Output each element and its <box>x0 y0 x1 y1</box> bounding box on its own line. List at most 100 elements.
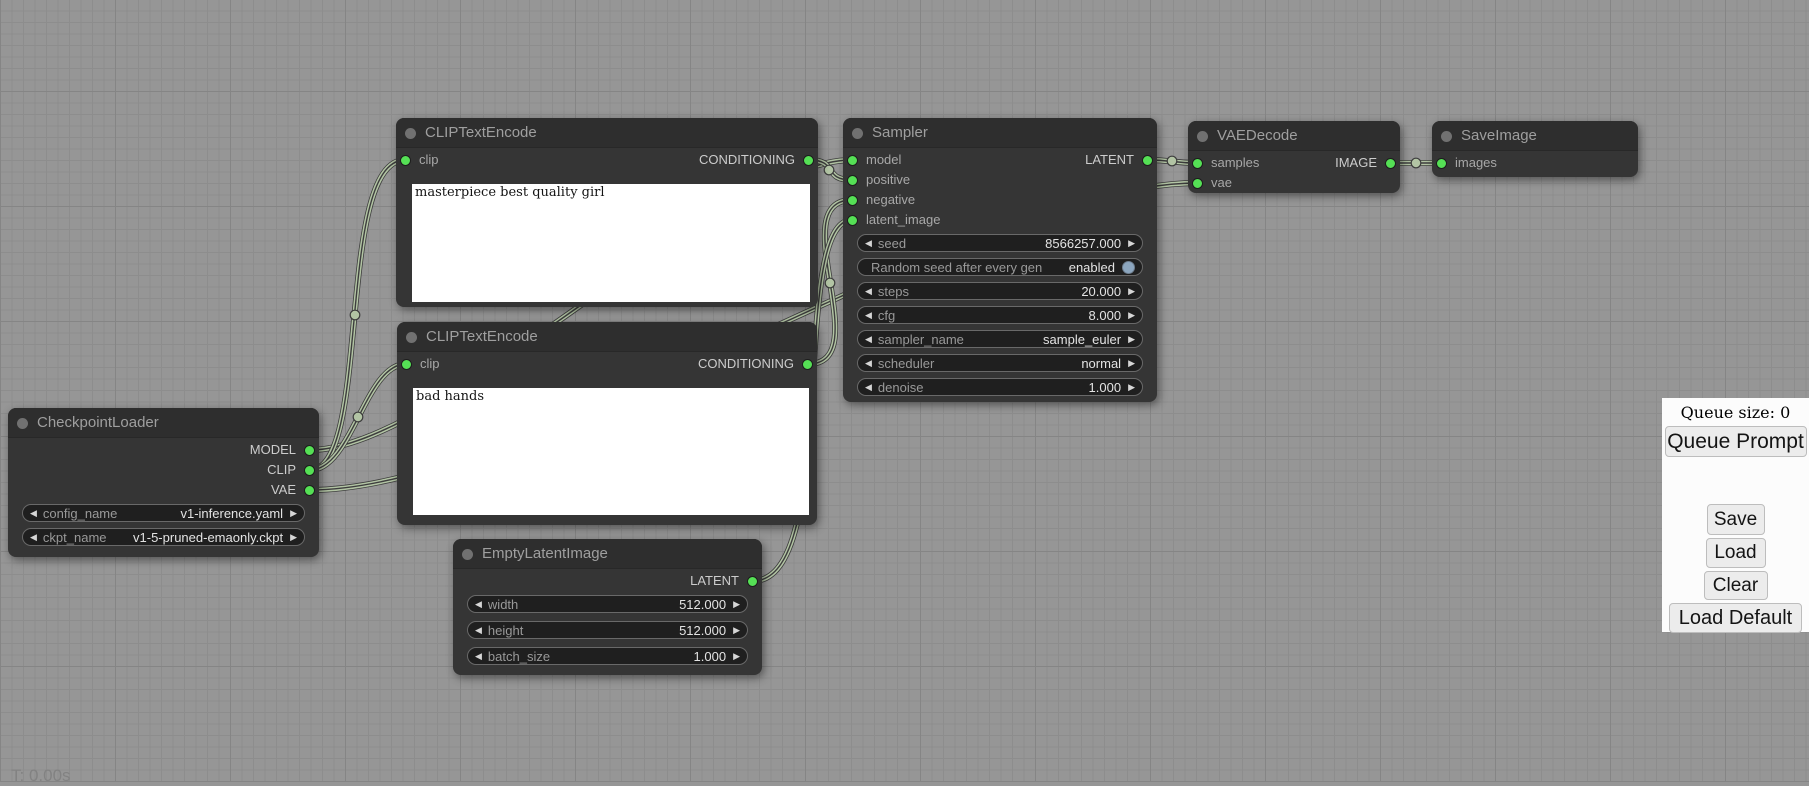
node-title-bar[interactable]: Sampler <box>843 118 1157 148</box>
input-slot-negative[interactable] <box>847 195 858 206</box>
output-label-conditioning: CONDITIONING <box>698 354 817 374</box>
widget-denoise[interactable]: ◀ denoise 1.000 ▶ <box>857 378 1143 396</box>
widget-value: 512.000 <box>679 597 726 612</box>
widget-width[interactable]: ◀ width 512.000 ▶ <box>467 595 748 613</box>
node-title: CLIPTextEncode <box>426 328 538 345</box>
widget-value: 8566257.000 <box>1045 236 1121 251</box>
node-collapse-dot-icon[interactable] <box>852 128 863 139</box>
input-slot-model[interactable] <box>847 155 858 166</box>
widget-value: normal <box>1081 356 1121 371</box>
load-button[interactable]: Load <box>1706 538 1766 568</box>
node-title-bar[interactable]: SaveImage <box>1432 121 1638 151</box>
widget-label: Random seed after every gen <box>871 260 1069 275</box>
widget-cfg[interactable]: ◀ cfg 8.000 ▶ <box>857 306 1143 324</box>
input-slot-clip[interactable] <box>400 155 411 166</box>
node-collapse-dot-icon[interactable] <box>17 418 28 429</box>
widget-label: scheduler <box>878 356 1081 371</box>
slot-row: samples IMAGE <box>1188 153 1400 173</box>
widget-label: sampler_name <box>878 332 1043 347</box>
input-slot-clip[interactable] <box>401 359 412 370</box>
increment-arrow-icon[interactable]: ▶ <box>733 596 740 612</box>
output-slot-clip[interactable] <box>304 465 315 476</box>
decrement-arrow-icon[interactable]: ◀ <box>865 283 872 299</box>
decrement-arrow-icon[interactable]: ◀ <box>865 307 872 323</box>
increment-arrow-icon[interactable]: ▶ <box>733 622 740 638</box>
increment-arrow-icon[interactable]: ▶ <box>1128 235 1135 251</box>
node-sampler[interactable]: Sampler model LATENT positive negative l… <box>843 118 1157 402</box>
negative-prompt-textarea[interactable]: bad hands <box>413 388 809 515</box>
node-title-bar[interactable]: VAEDecode <box>1188 121 1400 151</box>
decrement-arrow-icon[interactable]: ◀ <box>475 596 482 612</box>
node-title: EmptyLatentImage <box>482 545 608 562</box>
output-slot-latent[interactable] <box>747 576 758 587</box>
node-vae-decode[interactable]: VAEDecode samples IMAGE vae <box>1188 121 1400 193</box>
save-button[interactable]: Save <box>1707 504 1765 535</box>
input-slot-positive[interactable] <box>847 175 858 186</box>
widget-random-seed-toggle[interactable]: Random seed after every gen enabled <box>857 258 1143 276</box>
node-collapse-dot-icon[interactable] <box>1441 131 1452 142</box>
decrement-arrow-icon[interactable]: ◀ <box>475 648 482 664</box>
increment-arrow-icon[interactable]: ▶ <box>290 529 297 545</box>
node-title-bar[interactable]: CLIPTextEncode <box>397 322 817 352</box>
positive-prompt-textarea[interactable]: masterpiece best quality girl <box>412 184 810 302</box>
decrement-arrow-icon[interactable]: ◀ <box>475 622 482 638</box>
node-clip-text-encode-negative[interactable]: CLIPTextEncode clip CONDITIONING bad han… <box>397 322 817 525</box>
widget-batch-size[interactable]: ◀ batch_size 1.000 ▶ <box>467 647 748 665</box>
widget-label: denoise <box>878 380 1089 395</box>
node-empty-latent-image[interactable]: EmptyLatentImage LATENT ◀ width 512.000 … <box>453 539 762 675</box>
node-save-image[interactable]: SaveImage images <box>1432 121 1638 177</box>
increment-arrow-icon[interactable]: ▶ <box>1128 331 1135 347</box>
output-slot-conditioning[interactable] <box>802 359 813 370</box>
increment-arrow-icon[interactable]: ▶ <box>290 505 297 521</box>
node-collapse-dot-icon[interactable] <box>405 128 416 139</box>
input-slot-samples[interactable] <box>1192 158 1203 169</box>
widget-sampler-name[interactable]: ◀ sampler_name sample_euler ▶ <box>857 330 1143 348</box>
increment-arrow-icon[interactable]: ▶ <box>1128 283 1135 299</box>
output-label-conditioning: CONDITIONING <box>699 150 818 170</box>
output-slot-model[interactable] <box>304 445 315 456</box>
toggle-on-icon[interactable] <box>1122 261 1135 274</box>
output-row-model: MODEL <box>8 440 319 460</box>
node-title-bar[interactable]: CheckpointLoader <box>8 408 319 438</box>
clear-button[interactable]: Clear <box>1704 571 1768 600</box>
input-slot-vae[interactable] <box>1192 178 1203 189</box>
output-slot-image[interactable] <box>1385 158 1396 169</box>
widget-label: batch_size <box>488 649 694 664</box>
queue-prompt-button[interactable]: Queue Prompt <box>1665 426 1807 457</box>
input-slot-latent-image[interactable] <box>847 215 858 226</box>
widget-seed[interactable]: ◀ seed 8566257.000 ▶ <box>857 234 1143 252</box>
widget-scheduler[interactable]: ◀ scheduler normal ▶ <box>857 354 1143 372</box>
node-collapse-dot-icon[interactable] <box>462 549 473 560</box>
output-slot-latent[interactable] <box>1142 155 1153 166</box>
slot-row: positive <box>843 170 1157 190</box>
node-title-bar[interactable]: EmptyLatentImage <box>453 539 762 569</box>
decrement-arrow-icon[interactable]: ◀ <box>865 355 872 371</box>
decrement-arrow-icon[interactable]: ◀ <box>30 505 37 521</box>
node-title: CheckpointLoader <box>37 414 159 431</box>
output-slot-vae[interactable] <box>304 485 315 496</box>
widget-ckpt-name[interactable]: ◀ ckpt_name v1-5-pruned-emaonly.ckpt ▶ <box>22 528 305 546</box>
node-collapse-dot-icon[interactable] <box>1197 131 1208 142</box>
widget-label: cfg <box>878 308 1089 323</box>
widget-config-name[interactable]: ◀ config_name v1-inference.yaml ▶ <box>22 504 305 522</box>
slot-row: latent_image <box>843 210 1157 230</box>
widget-label: config_name <box>43 506 181 521</box>
widget-height[interactable]: ◀ height 512.000 ▶ <box>467 621 748 639</box>
node-checkpoint-loader[interactable]: CheckpointLoader MODEL CLIP VAE ◀ config… <box>8 408 319 557</box>
node-clip-text-encode-positive[interactable]: CLIPTextEncode clip CONDITIONING masterp… <box>396 118 818 307</box>
decrement-arrow-icon[interactable]: ◀ <box>865 331 872 347</box>
output-slot-conditioning[interactable] <box>803 155 814 166</box>
decrement-arrow-icon[interactable]: ◀ <box>865 379 872 395</box>
increment-arrow-icon[interactable]: ▶ <box>1128 379 1135 395</box>
decrement-arrow-icon[interactable]: ◀ <box>30 529 37 545</box>
increment-arrow-icon[interactable]: ▶ <box>1128 307 1135 323</box>
increment-arrow-icon[interactable]: ▶ <box>733 648 740 664</box>
slot-row: clip CONDITIONING <box>397 354 817 374</box>
load-default-button[interactable]: Load Default <box>1669 603 1802 633</box>
decrement-arrow-icon[interactable]: ◀ <box>865 235 872 251</box>
node-collapse-dot-icon[interactable] <box>406 332 417 343</box>
increment-arrow-icon[interactable]: ▶ <box>1128 355 1135 371</box>
widget-steps[interactable]: ◀ steps 20.000 ▶ <box>857 282 1143 300</box>
node-title-bar[interactable]: CLIPTextEncode <box>396 118 818 148</box>
input-slot-images[interactable] <box>1436 158 1447 169</box>
